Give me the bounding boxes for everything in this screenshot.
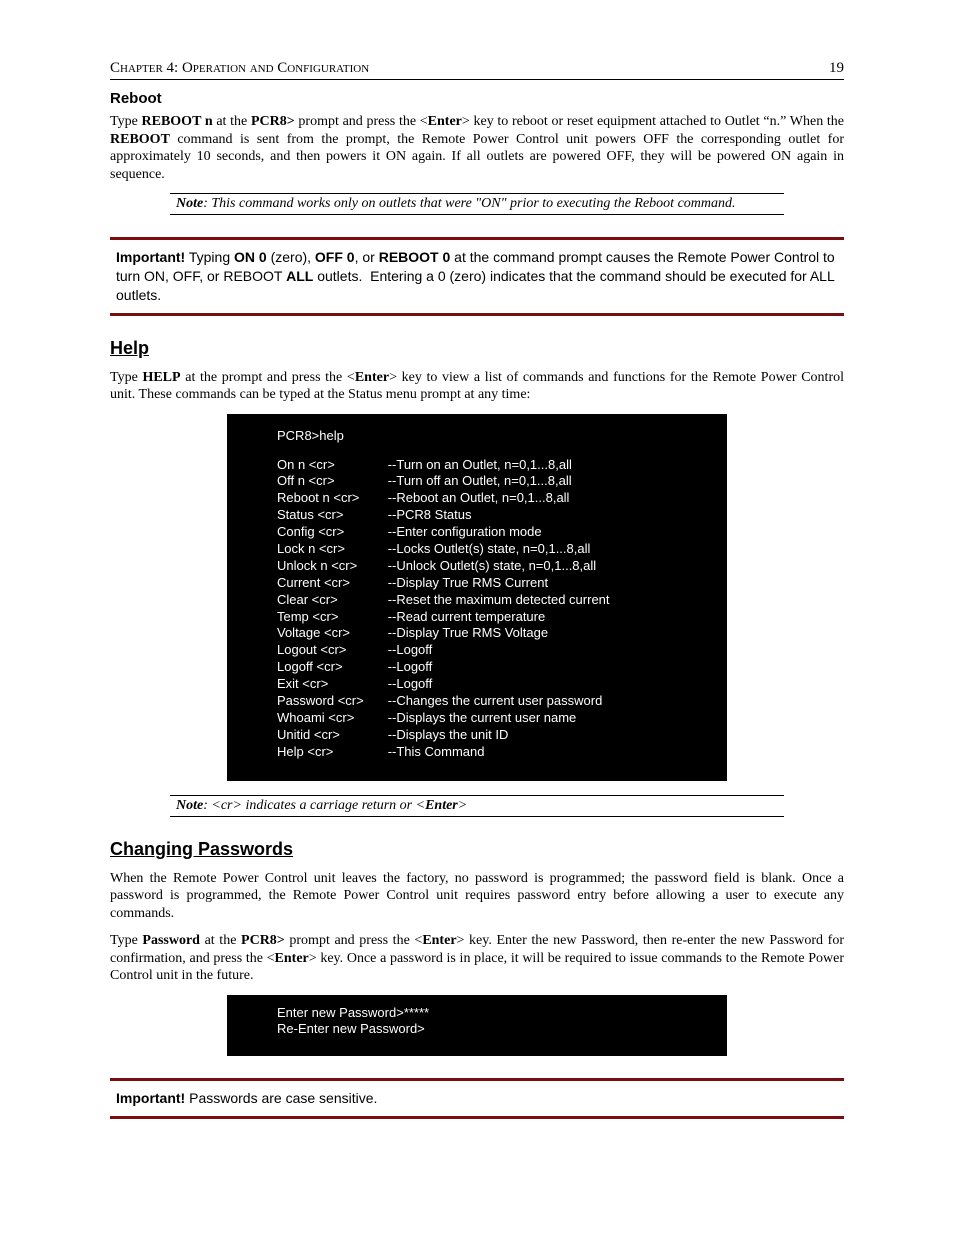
help-command-row: Lock n <cr>--Locks Outlet(s) state, n=0,… bbox=[277, 541, 610, 558]
help-command: Logout <cr> bbox=[277, 642, 388, 659]
help-command-row: Logout <cr>--Logoff bbox=[277, 642, 610, 659]
help-command-desc: --Reboot an Outlet, n=0,1...8,all bbox=[388, 490, 610, 507]
help-command-row: Logoff <cr>--Logoff bbox=[277, 659, 610, 676]
reboot-paragraph: Type REBOOT n at the PCR8> prompt and pr… bbox=[110, 113, 844, 183]
help-command: On n <cr> bbox=[277, 457, 388, 474]
help-command-desc: --Logoff bbox=[388, 676, 610, 693]
help-command-desc: --Locks Outlet(s) state, n=0,1...8,all bbox=[388, 541, 610, 558]
help-terminal: PCR8>help On n <cr>--Turn on an Outlet, … bbox=[227, 414, 727, 781]
help-command-desc: --Turn on an Outlet, n=0,1...8,all bbox=[388, 457, 610, 474]
help-command: Lock n <cr> bbox=[277, 541, 388, 558]
help-paragraph: Type HELP at the prompt and press the <E… bbox=[110, 369, 844, 404]
help-command-list: On n <cr>--Turn on an Outlet, n=0,1...8,… bbox=[277, 457, 610, 761]
help-command-row: Help <cr>--This Command bbox=[277, 744, 610, 761]
note-text: : <cr> indicates a carriage return or <E… bbox=[203, 798, 467, 813]
help-command-row: Password <cr>--Changes the current user … bbox=[277, 693, 610, 710]
help-command-row: Unlock n <cr>--Unlock Outlet(s) state, n… bbox=[277, 558, 610, 575]
help-command: Help <cr> bbox=[277, 744, 388, 761]
help-command-desc: --Display True RMS Voltage bbox=[388, 625, 610, 642]
help-command-desc: --Reset the maximum detected current bbox=[388, 592, 610, 609]
important-label: Important! bbox=[116, 1090, 185, 1106]
help-command-desc: --PCR8 Status bbox=[388, 507, 610, 524]
help-command-desc: --Enter configuration mode bbox=[388, 524, 610, 541]
help-command-desc: --This Command bbox=[388, 744, 610, 761]
chapter-title: Chapter 4: Operation and Configuration bbox=[110, 60, 369, 77]
heading-reboot: Reboot bbox=[110, 90, 844, 107]
help-command-row: Clear <cr>--Reset the maximum detected c… bbox=[277, 592, 610, 609]
terminal-line: Enter new Password>***** bbox=[277, 1005, 727, 1022]
note-text: : This command works only on outlets tha… bbox=[203, 196, 735, 211]
important-label: Important! bbox=[116, 249, 185, 265]
heading-help: Help bbox=[110, 338, 844, 359]
help-command-row: Whoami <cr>--Displays the current user n… bbox=[277, 710, 610, 727]
passwords-paragraph-1: When the Remote Power Control unit leave… bbox=[110, 870, 844, 923]
help-command-row: Config <cr>--Enter configuration mode bbox=[277, 524, 610, 541]
help-command: Logoff <cr> bbox=[277, 659, 388, 676]
help-command: Whoami <cr> bbox=[277, 710, 388, 727]
help-command-row: Status <cr>--PCR8 Status bbox=[277, 507, 610, 524]
help-command-row: Exit <cr>--Logoff bbox=[277, 676, 610, 693]
help-command: Status <cr> bbox=[277, 507, 388, 524]
important-text: Passwords are case sensitive. bbox=[185, 1090, 377, 1106]
passwords-important: Important! Passwords are case sensitive. bbox=[110, 1078, 844, 1119]
help-command-desc: --Display True RMS Current bbox=[388, 575, 610, 592]
terminal-prompt: PCR8>help bbox=[277, 428, 727, 445]
help-note: Note: <cr> indicates a carriage return o… bbox=[170, 795, 784, 817]
help-command-desc: --Read current temperature bbox=[388, 609, 610, 626]
password-terminal: Enter new Password>***** Re-Enter new Pa… bbox=[227, 995, 727, 1057]
note-label: Note bbox=[176, 196, 203, 211]
page-header: Chapter 4: Operation and Configuration 1… bbox=[110, 60, 844, 80]
help-command-desc: --Displays the current user name bbox=[388, 710, 610, 727]
reboot-important: Important! Typing ON 0 (zero), OFF 0, or… bbox=[110, 237, 844, 316]
help-command-row: Voltage <cr>--Display True RMS Voltage bbox=[277, 625, 610, 642]
passwords-paragraph-2: Type Password at the PCR8> prompt and pr… bbox=[110, 932, 844, 985]
help-command-row: On n <cr>--Turn on an Outlet, n=0,1...8,… bbox=[277, 457, 610, 474]
page: Chapter 4: Operation and Configuration 1… bbox=[0, 0, 954, 1235]
help-command-row: Reboot n <cr>--Reboot an Outlet, n=0,1..… bbox=[277, 490, 610, 507]
help-command: Temp <cr> bbox=[277, 609, 388, 626]
help-command: Exit <cr> bbox=[277, 676, 388, 693]
help-command: Off n <cr> bbox=[277, 473, 388, 490]
help-command: Config <cr> bbox=[277, 524, 388, 541]
note-label: Note bbox=[176, 798, 203, 813]
help-command: Voltage <cr> bbox=[277, 625, 388, 642]
page-number: 19 bbox=[829, 60, 844, 77]
help-command-desc: --Logoff bbox=[388, 642, 610, 659]
help-command-desc: --Changes the current user password bbox=[388, 693, 610, 710]
help-command-row: Temp <cr>--Read current temperature bbox=[277, 609, 610, 626]
help-command: Password <cr> bbox=[277, 693, 388, 710]
help-command: Unlock n <cr> bbox=[277, 558, 388, 575]
heading-passwords: Changing Passwords bbox=[110, 839, 844, 860]
help-command-desc: --Displays the unit ID bbox=[388, 727, 610, 744]
terminal-line: Re-Enter new Password> bbox=[277, 1021, 727, 1038]
help-command-desc: --Unlock Outlet(s) state, n=0,1...8,all bbox=[388, 558, 610, 575]
help-command-desc: --Logoff bbox=[388, 659, 610, 676]
reboot-note: Note: This command works only on outlets… bbox=[170, 193, 784, 215]
help-command-row: Current <cr>--Display True RMS Current bbox=[277, 575, 610, 592]
help-command: Current <cr> bbox=[277, 575, 388, 592]
help-command-row: Unitid <cr>--Displays the unit ID bbox=[277, 727, 610, 744]
help-command-row: Off n <cr>--Turn off an Outlet, n=0,1...… bbox=[277, 473, 610, 490]
help-command: Unitid <cr> bbox=[277, 727, 388, 744]
help-command: Reboot n <cr> bbox=[277, 490, 388, 507]
help-command: Clear <cr> bbox=[277, 592, 388, 609]
help-command-desc: --Turn off an Outlet, n=0,1...8,all bbox=[388, 473, 610, 490]
